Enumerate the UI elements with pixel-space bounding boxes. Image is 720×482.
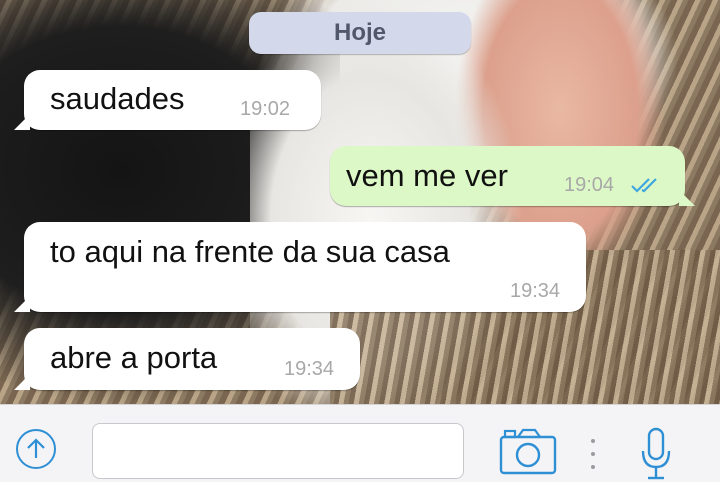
attach-button[interactable]	[16, 429, 56, 469]
message-input-bar	[0, 404, 720, 482]
camera-icon	[499, 428, 557, 475]
message-text: vem me ver	[346, 158, 508, 193]
message-text: to aqui na frente da sua casa	[50, 234, 450, 269]
date-divider-label: Hoje	[333, 19, 386, 46]
message-bubble-incoming[interactable]: abre a porta 19:34	[14, 328, 360, 390]
message-bubble-incoming[interactable]: to aqui na frente da sua casa 19:34	[14, 222, 586, 312]
microphone-button[interactable]	[638, 425, 674, 482]
message-input[interactable]	[92, 423, 464, 479]
message-bubble-incoming[interactable]: saudades 19:02	[14, 70, 321, 130]
microphone-icon	[641, 427, 671, 480]
message-time: 19:34	[510, 280, 561, 302]
date-divider: Hoje	[249, 12, 471, 54]
more-dots	[590, 439, 596, 469]
message-time: 19:02	[240, 98, 291, 120]
chat-screen: Hoje saudades 19:02 vem me ver 19:04 to …	[0, 0, 720, 482]
read-ticks-icon	[631, 178, 657, 193]
camera-button[interactable]	[498, 427, 558, 477]
message-text: abre a porta	[50, 340, 218, 375]
message-text: saudades	[50, 81, 185, 116]
message-time: 19:04	[564, 174, 615, 196]
message-bubble-outgoing[interactable]: vem me ver 19:04	[330, 146, 695, 206]
message-time: 19:34	[284, 358, 335, 380]
upload-arrow-icon	[27, 438, 45, 458]
